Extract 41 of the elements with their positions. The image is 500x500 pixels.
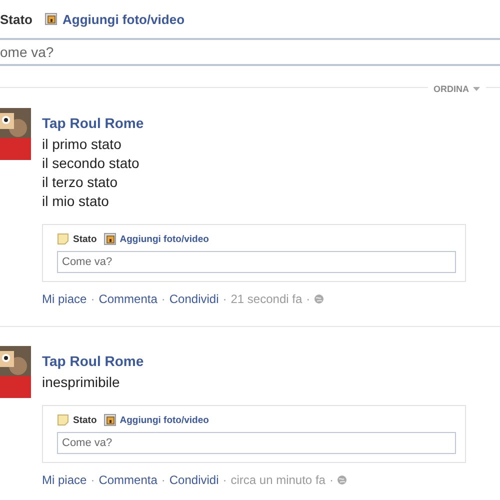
action-link[interactable]: Commenta (98, 292, 158, 306)
author-link[interactable]: Tap Roul Rome (42, 353, 500, 369)
status-text: il terzo stato (42, 173, 118, 192)
caret-icon (473, 86, 480, 90)
separator-dot: · (329, 473, 334, 487)
separator-dot: · (222, 292, 227, 306)
separator-dot: · (306, 292, 310, 306)
globe-icon (337, 475, 348, 485)
status-input-field[interactable]: Come va? (57, 432, 456, 454)
status-text: il primo stato (42, 135, 122, 154)
status-text: il mio stato (42, 192, 110, 211)
action-link[interactable]: Condividi (169, 292, 219, 306)
note-icon (57, 414, 69, 426)
status-text: inesprimibile (42, 373, 121, 392)
note-icon (57, 233, 69, 245)
separator-dot: · (161, 292, 166, 306)
separator-dot: · (90, 292, 95, 306)
status-input-field[interactable]: Come va? (57, 251, 456, 273)
status-tab[interactable]: Stato (0, 12, 32, 26)
author-link[interactable]: Tap Roul Rome (42, 115, 500, 131)
action-link[interactable]: Mi piace (42, 473, 87, 487)
status-text: il secondo stato (42, 154, 140, 173)
photo-video-tab[interactable]: Aggiungi foto/video (104, 414, 209, 426)
action-link[interactable]: Mi piace (42, 292, 87, 306)
photo-icon (104, 414, 116, 426)
globe-icon (314, 294, 324, 304)
separator-dot: · (222, 473, 227, 487)
separator-dot: · (90, 473, 95, 487)
photo-icon (44, 13, 56, 25)
timestamp: circa un minuto fa (230, 473, 326, 487)
photo-icon (104, 233, 116, 245)
separator-dot: · (161, 473, 166, 487)
status-tab[interactable]: Stato (57, 233, 97, 245)
photo-video-tab[interactable]: Aggiungi foto/video (44, 12, 185, 26)
timestamp: 21 secondi fa (230, 292, 302, 306)
action-link[interactable]: Condividi (169, 473, 219, 487)
photo-video-tab[interactable]: Aggiungi foto/video (104, 233, 209, 245)
sort-dropdown[interactable]: ORDINA (428, 84, 486, 94)
status-input-field[interactable]: ome va? (0, 38, 500, 66)
status-tab[interactable]: Stato (57, 414, 97, 426)
action-link[interactable]: Commenta (98, 473, 158, 487)
